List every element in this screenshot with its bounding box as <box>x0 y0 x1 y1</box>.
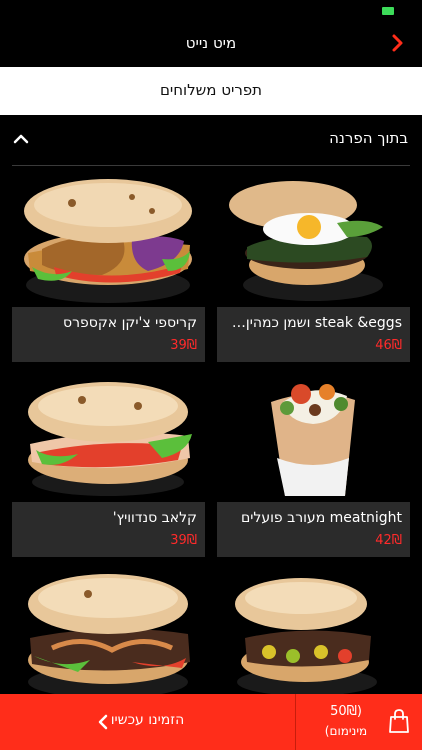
product-price: 39₪ <box>170 338 197 353</box>
product-info: קריספי צ'יקן אקספרס 39₪ <box>12 307 205 362</box>
product-grid: קריספי צ'יקן אקספרס 39₪ steak &eggs ושמן… <box>0 167 422 694</box>
page-title: מיט נייט <box>185 34 237 52</box>
sandwich-image <box>217 167 410 307</box>
cart-button[interactable]: (50₪ מינימום) <box>296 694 422 750</box>
sandwich-image <box>12 564 205 694</box>
minimum-price: (50₪ <box>330 704 362 719</box>
product-name: steak &eggs ושמן כמהין… <box>231 315 402 331</box>
product-card[interactable]: steak &eggs ושמן כמהין… 46₪ <box>217 167 410 362</box>
chevron-left-icon <box>98 714 108 730</box>
menu-tab-label: תפריט משלוחים <box>159 81 263 99</box>
order-now-label: הזמינו עכשיו <box>110 712 185 728</box>
minimum-label: מינימום) <box>324 724 368 738</box>
product-name: קלאב סנדוויץ' <box>112 510 197 526</box>
product-card[interactable] <box>217 564 410 694</box>
chevron-up-icon[interactable] <box>12 130 30 148</box>
product-card[interactable]: meatnight מעורב פועלים 42₪ <box>217 362 410 557</box>
product-card[interactable]: קלאב סנדוויץ' 39₪ <box>12 362 205 557</box>
nav-bar: מיט נייט <box>0 22 422 67</box>
product-price: 46₪ <box>375 338 402 353</box>
category-title: בתוך הפרנה <box>329 129 408 147</box>
product-card[interactable] <box>12 564 205 694</box>
product-price: 42₪ <box>375 533 402 548</box>
status-bar <box>0 0 422 22</box>
category-header[interactable]: בתוך הפרנה <box>0 115 422 167</box>
product-info: steak &eggs ושמן כמהין… 46₪ <box>217 307 410 362</box>
sandwich-image <box>12 362 205 502</box>
product-info: meatnight מעורב פועלים 42₪ <box>217 502 410 557</box>
divider <box>12 165 410 166</box>
sandwich-image <box>217 362 410 502</box>
sandwich-image <box>217 564 410 694</box>
product-name: meatnight מעורב פועלים <box>240 510 402 526</box>
chevron-right-icon[interactable] <box>386 30 410 56</box>
menu-tab[interactable]: תפריט משלוחים <box>0 67 422 115</box>
product-card[interactable]: קריספי צ'יקן אקספרס 39₪ <box>12 167 205 362</box>
product-name: קריספי צ'יקן אקספרס <box>63 315 197 331</box>
order-bar: הזמינו עכשיו (50₪ מינימום) <box>0 694 422 750</box>
shopping-bag-icon <box>389 709 409 733</box>
product-price: 39₪ <box>170 533 197 548</box>
product-info: קלאב סנדוויץ' 39₪ <box>12 502 205 557</box>
order-now-button[interactable]: הזמינו עכשיו <box>0 694 295 750</box>
battery-icon <box>382 7 394 15</box>
sandwich-image <box>12 167 205 307</box>
